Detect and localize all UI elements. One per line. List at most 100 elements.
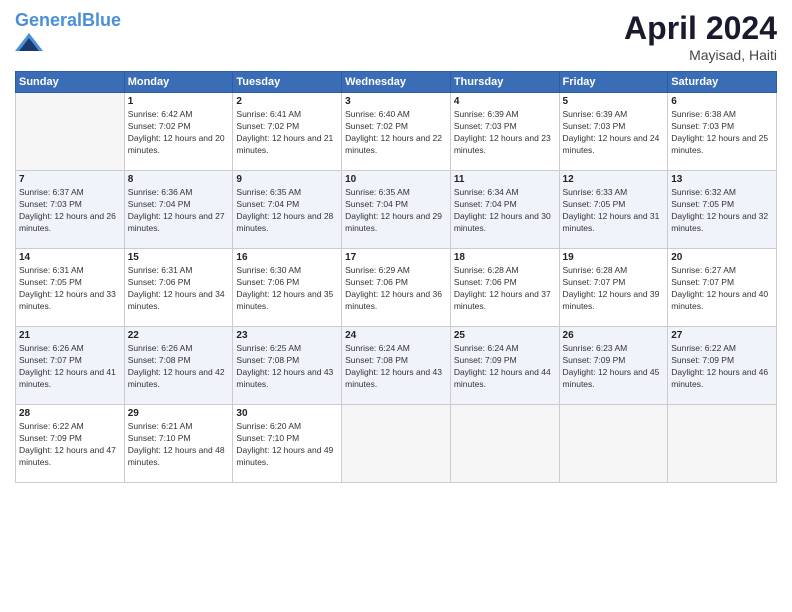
table-row: 26 Sunrise: 6:23 AMSunset: 7:09 PMDayligh… [559, 327, 668, 405]
day-number: 2 [236, 96, 338, 107]
day-number: 22 [128, 330, 230, 341]
logo-general: General [15, 10, 82, 30]
day-info: Sunrise: 6:33 AMSunset: 7:05 PMDaylight:… [563, 187, 665, 235]
day-number: 6 [671, 96, 773, 107]
table-row [342, 405, 451, 483]
table-row: 27 Sunrise: 6:22 AMSunset: 7:09 PMDayligh… [668, 327, 777, 405]
table-row: 24Sunrise: 6:24 AMSunset: 7:08 PMDayligh… [342, 327, 451, 405]
day-number: 16 [236, 252, 338, 263]
table-row: 12 Sunrise: 6:33 AMSunset: 7:05 PMDayligh… [559, 171, 668, 249]
table-row: 20 Sunrise: 6:27 AMSunset: 7:07 PMDayligh… [668, 249, 777, 327]
day-number: 23 [236, 330, 338, 341]
calendar-week-0: 1 Sunrise: 6:42 AMSunset: 7:02 PMDaylight… [16, 93, 777, 171]
page-container: GeneralBlue April 2024 Mayisad, Haiti Su… [0, 0, 792, 612]
day-number: 8 [128, 174, 230, 185]
day-info: Sunrise: 6:40 AMSunset: 7:02 PMDaylight:… [345, 109, 447, 157]
table-row [16, 93, 125, 171]
day-number: 28 [19, 408, 121, 419]
table-row: 9 Sunrise: 6:35 AMSunset: 7:04 PMDaylight… [233, 171, 342, 249]
day-info: Sunrise: 6:24 AMSunset: 7:09 PMDaylight:… [454, 343, 556, 391]
day-number: 1 [128, 96, 230, 107]
day-number: 3 [345, 96, 447, 107]
table-row: 8 Sunrise: 6:36 AMSunset: 7:04 PMDaylight… [124, 171, 233, 249]
day-number: 18 [454, 252, 556, 263]
day-number: 13 [671, 174, 773, 185]
day-number: 27 [671, 330, 773, 341]
calendar-week-3: 21 Sunrise: 6:26 AMSunset: 7:07 PMDayligh… [16, 327, 777, 405]
table-row: 14 Sunrise: 6:31 AMSunset: 7:05 PMDayligh… [16, 249, 125, 327]
day-info: Sunrise: 6:28 AMSunset: 7:06 PMDaylight:… [454, 265, 556, 313]
table-row: 18 Sunrise: 6:28 AMSunset: 7:06 PMDayligh… [450, 249, 559, 327]
table-row: 7Sunrise: 6:37 AMSunset: 7:03 PMDaylight… [16, 171, 125, 249]
calendar-week-1: 7Sunrise: 6:37 AMSunset: 7:03 PMDaylight… [16, 171, 777, 249]
day-info: Sunrise: 6:41 AMSunset: 7:02 PMDaylight:… [236, 109, 338, 157]
table-row [668, 405, 777, 483]
day-number: 19 [563, 252, 665, 263]
logo-blue: Blue [82, 10, 121, 30]
table-row: 6 Sunrise: 6:38 AMSunset: 7:03 PMDaylight… [668, 93, 777, 171]
month-title: April 2024 [624, 10, 777, 47]
day-number: 20 [671, 252, 773, 263]
calendar-week-4: 28 Sunrise: 6:22 AMSunset: 7:09 PMDayligh… [16, 405, 777, 483]
day-number: 9 [236, 174, 338, 185]
day-number: 15 [128, 252, 230, 263]
logo-icon [15, 33, 43, 51]
day-info: Sunrise: 6:29 AMSunset: 7:06 PMDaylight:… [345, 265, 447, 313]
day-number: 17 [345, 252, 447, 263]
logo: GeneralBlue [15, 10, 121, 51]
table-row: 17 Sunrise: 6:29 AMSunset: 7:06 PMDayligh… [342, 249, 451, 327]
table-row: 4Sunrise: 6:39 AMSunset: 7:03 PMDaylight… [450, 93, 559, 171]
col-wednesday: Wednesday [342, 72, 451, 93]
table-row: 15Sunrise: 6:31 AMSunset: 7:06 PMDayligh… [124, 249, 233, 327]
header: GeneralBlue April 2024 Mayisad, Haiti [15, 10, 777, 63]
day-number: 21 [19, 330, 121, 341]
table-row: 1 Sunrise: 6:42 AMSunset: 7:02 PMDaylight… [124, 93, 233, 171]
day-number: 12 [563, 174, 665, 185]
day-number: 30 [236, 408, 338, 419]
day-info: Sunrise: 6:39 AMSunset: 7:03 PMDaylight:… [563, 109, 665, 157]
logo-text: GeneralBlue [15, 10, 121, 31]
col-friday: Friday [559, 72, 668, 93]
day-info: Sunrise: 6:22 AMSunset: 7:09 PMDaylight:… [19, 421, 121, 469]
day-number: 14 [19, 252, 121, 263]
day-number: 26 [563, 330, 665, 341]
day-info: Sunrise: 6:20 AMSunset: 7:10 PMDaylight:… [236, 421, 338, 469]
day-info: Sunrise: 6:35 AMSunset: 7:04 PMDaylight:… [236, 187, 338, 235]
day-number: 10 [345, 174, 447, 185]
day-number: 24 [345, 330, 447, 341]
day-info: Sunrise: 6:42 AMSunset: 7:02 PMDaylight:… [128, 109, 230, 157]
day-info: Sunrise: 6:31 AMSunset: 7:05 PMDaylight:… [19, 265, 121, 313]
day-info: Sunrise: 6:23 AMSunset: 7:09 PMDaylight:… [563, 343, 665, 391]
day-info: Sunrise: 6:34 AMSunset: 7:04 PMDaylight:… [454, 187, 556, 235]
day-info: Sunrise: 6:22 AMSunset: 7:09 PMDaylight:… [671, 343, 773, 391]
day-info: Sunrise: 6:28 AMSunset: 7:07 PMDaylight:… [563, 265, 665, 313]
day-info: Sunrise: 6:38 AMSunset: 7:03 PMDaylight:… [671, 109, 773, 157]
table-row: 28 Sunrise: 6:22 AMSunset: 7:09 PMDayligh… [16, 405, 125, 483]
day-number: 7 [19, 174, 121, 185]
day-info: Sunrise: 6:30 AMSunset: 7:06 PMDaylight:… [236, 265, 338, 313]
day-info: Sunrise: 6:26 AMSunset: 7:07 PMDaylight:… [19, 343, 121, 391]
day-info: Sunrise: 6:39 AMSunset: 7:03 PMDaylight:… [454, 109, 556, 157]
title-block: April 2024 Mayisad, Haiti [624, 10, 777, 63]
table-row: 11 Sunrise: 6:34 AMSunset: 7:04 PMDayligh… [450, 171, 559, 249]
table-row: 16 Sunrise: 6:30 AMSunset: 7:06 PMDayligh… [233, 249, 342, 327]
table-row: 13Sunrise: 6:32 AMSunset: 7:05 PMDayligh… [668, 171, 777, 249]
table-row: 10Sunrise: 6:35 AMSunset: 7:04 PMDayligh… [342, 171, 451, 249]
col-tuesday: Tuesday [233, 72, 342, 93]
col-thursday: Thursday [450, 72, 559, 93]
table-row: 30 Sunrise: 6:20 AMSunset: 7:10 PMDayligh… [233, 405, 342, 483]
day-info: Sunrise: 6:36 AMSunset: 7:04 PMDaylight:… [128, 187, 230, 235]
table-row [559, 405, 668, 483]
header-row: Sunday Monday Tuesday Wednesday Thursday… [16, 72, 777, 93]
day-info: Sunrise: 6:27 AMSunset: 7:07 PMDaylight:… [671, 265, 773, 313]
col-sunday: Sunday [16, 72, 125, 93]
calendar-table: Sunday Monday Tuesday Wednesday Thursday… [15, 71, 777, 483]
day-number: 11 [454, 174, 556, 185]
day-number: 25 [454, 330, 556, 341]
table-row: 23Sunrise: 6:25 AMSunset: 7:08 PMDayligh… [233, 327, 342, 405]
table-row: 25 Sunrise: 6:24 AMSunset: 7:09 PMDayligh… [450, 327, 559, 405]
day-info: Sunrise: 6:21 AMSunset: 7:10 PMDaylight:… [128, 421, 230, 469]
col-monday: Monday [124, 72, 233, 93]
table-row: 5Sunrise: 6:39 AMSunset: 7:03 PMDaylight… [559, 93, 668, 171]
calendar-week-2: 14 Sunrise: 6:31 AMSunset: 7:05 PMDayligh… [16, 249, 777, 327]
